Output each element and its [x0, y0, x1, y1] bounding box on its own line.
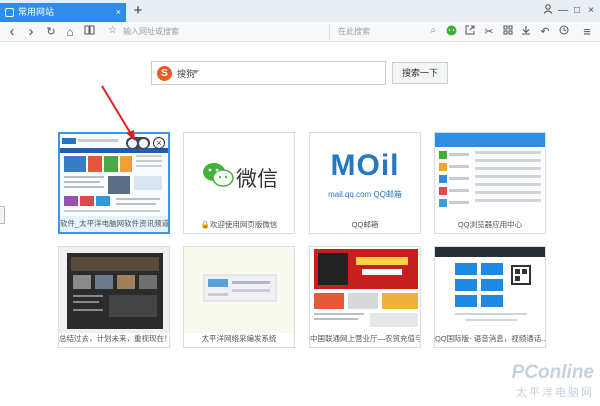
watermark-line2: 太平洋电脑网: [516, 387, 594, 399]
watermark-line1: PConline: [511, 362, 594, 383]
watermark: PConline 太平洋电脑网: [512, 362, 594, 400]
annotation-arrow: [101, 85, 135, 141]
